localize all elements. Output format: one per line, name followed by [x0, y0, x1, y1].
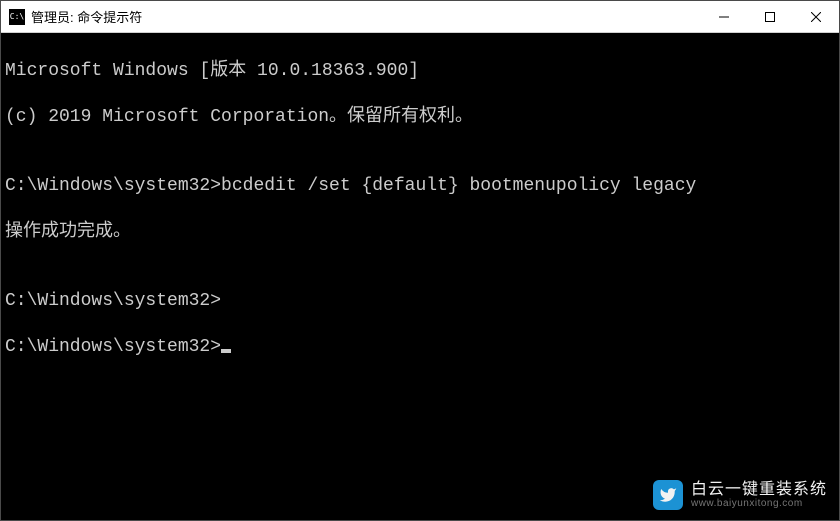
watermark-sub: www.baiyunxitong.com [691, 498, 827, 509]
watermark-main: 白云一键重装系统 [691, 481, 827, 499]
titlebar[interactable]: C:\ 管理员: 命令提示符 [1, 1, 839, 33]
terminal-line: 操作成功完成。 [5, 221, 835, 244]
window-title: 管理员: 命令提示符 [31, 7, 701, 26]
terminal-prompt-line: C:\Windows\system32> [5, 336, 835, 359]
maximize-icon [765, 12, 775, 22]
terminal-line: C:\Windows\system32> [5, 290, 835, 313]
cmd-window: C:\ 管理员: 命令提示符 Microsoft Windows [版本 10.… [0, 0, 840, 521]
terminal-output[interactable]: Microsoft Windows [版本 10.0.18363.900] (c… [1, 33, 839, 520]
minimize-icon [719, 12, 729, 22]
watermark-logo-icon [653, 480, 683, 510]
terminal-prompt: C:\Windows\system32> [5, 337, 221, 357]
cmd-icon-glyph: C:\ [10, 13, 24, 21]
close-button[interactable] [793, 1, 839, 32]
watermark: 白云一键重装系统 www.baiyunxitong.com [653, 480, 827, 510]
cursor [221, 349, 231, 353]
watermark-text: 白云一键重装系统 www.baiyunxitong.com [691, 481, 827, 510]
close-icon [811, 12, 821, 22]
window-controls [701, 1, 839, 32]
maximize-button[interactable] [747, 1, 793, 32]
terminal-line: C:\Windows\system32>bcdedit /set {defaul… [5, 175, 835, 198]
cmd-icon: C:\ [9, 9, 25, 25]
terminal-line: Microsoft Windows [版本 10.0.18363.900] [5, 60, 835, 83]
minimize-button[interactable] [701, 1, 747, 32]
terminal-line: (c) 2019 Microsoft Corporation。保留所有权利。 [5, 106, 835, 129]
